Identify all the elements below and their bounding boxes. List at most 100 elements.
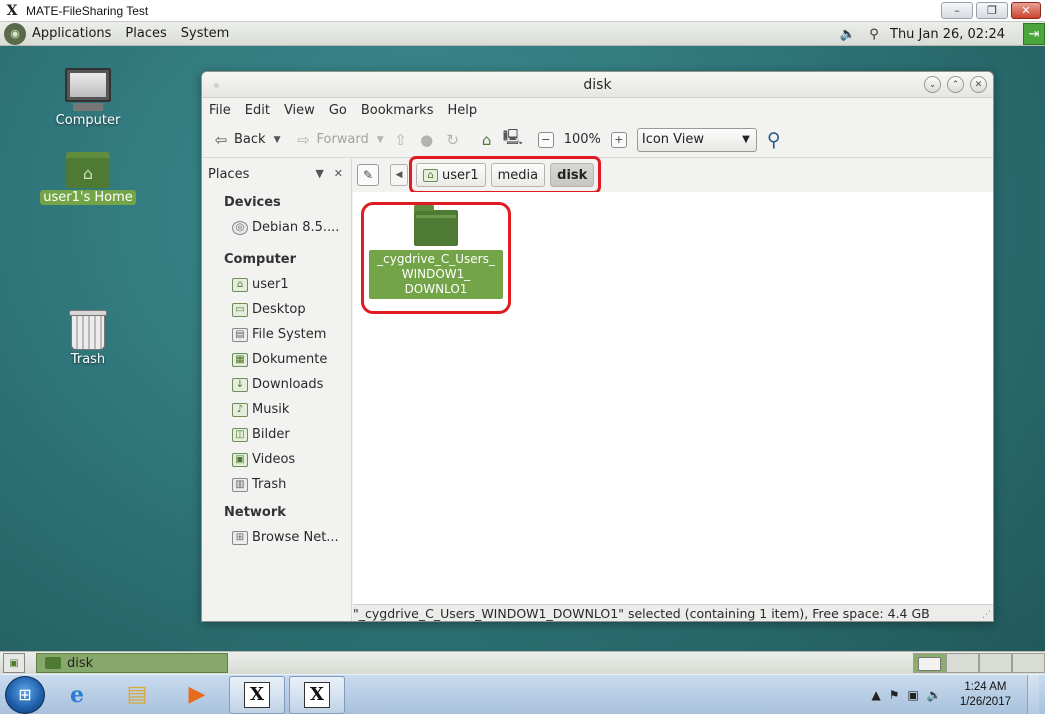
show-desktop-button[interactable] [1027,675,1039,714]
close-button[interactable]: ✕ [1011,2,1041,19]
zoom-level[interactable]: 100% [564,132,601,147]
x-app-icon: Ⅹ [244,681,270,708]
taskbar-window-disk[interactable]: disk [36,653,228,673]
back-history-caret-icon[interactable]: ▼ [274,135,281,145]
forward-history-caret-icon[interactable]: ▼ [377,135,384,145]
resize-grip-icon[interactable]: ⋰ [982,610,991,620]
breadcrumb-media[interactable]: media [490,163,546,187]
workspace-2[interactable] [946,653,979,673]
computer-icon: 🖳 [502,128,523,146]
workspace-3[interactable] [979,653,1012,673]
sidebar-item-bilder[interactable]: ◫ Bilder [202,422,351,447]
top-panel: ◉ Applications Places System 🔈 ⚲ Thu Jan… [0,22,1045,46]
desktop-icon-trash[interactable]: Trash [40,310,136,367]
breadcrumb-disk[interactable]: disk [550,163,595,187]
volume-icon[interactable]: 🔈 [927,688,942,702]
show-hidden-icons-icon[interactable]: ▲ [872,688,881,702]
volume-icon[interactable]: 🔈 [838,24,858,44]
logout-icon[interactable]: ⇥ [1023,23,1045,45]
menu-applications[interactable]: Applications [32,26,111,41]
forward-button[interactable]: ⇨ Forward ▼ [290,126,387,154]
sidebar-item-user1[interactable]: ⌂ user1 [202,272,351,297]
trash-icon [69,310,107,350]
file-view[interactable]: _cygdrive_C_Users_ WINDOW1_ DOWNLO1 [353,192,993,605]
xming-taskbar-button-2[interactable]: Ⅹ [289,675,345,714]
taskbar-clock[interactable]: 1:24 AM 1/26/2017 [960,680,1011,710]
sidebar-item-label: Dokumente [252,352,328,367]
trash-icon: ▥ [232,477,248,492]
computer-button[interactable]: 🖳 [500,126,526,154]
back-button[interactable]: ⇦ Back ▼ [208,126,284,154]
window-menu-dot[interactable] [214,83,219,88]
mate-logo-icon[interactable]: ◉ [4,22,26,45]
action-center-flag-icon[interactable]: ⚑ [889,688,900,702]
search-icon[interactable]: ⚲ [761,127,787,153]
zoom-in-button[interactable]: + [610,131,627,148]
media-player-icon[interactable]: ▶ [169,676,225,714]
computer-icon-base [73,103,103,111]
zoom-out-button[interactable]: − [537,131,554,148]
music-folder-icon: ♪ [232,402,248,417]
sidebar-item-dokumente[interactable]: ▦ Dokumente [202,347,351,372]
folder-item[interactable]: _cygdrive_C_Users_ WINDOW1_ DOWNLO1 [361,202,511,314]
window-close-button[interactable]: ✕ [970,76,987,93]
desktop-icon-computer[interactable]: Computer [40,68,136,128]
taskbar-time: 1:24 AM [964,681,1007,693]
sidebar-title[interactable]: Places [208,167,249,182]
menu-system[interactable]: System [181,26,229,41]
window-minimize-button[interactable]: ⌄ [924,76,941,93]
menu-file[interactable]: File [209,103,231,118]
sidebar-item-desktop[interactable]: ▭ Desktop [202,297,351,322]
sidebar-item-trash[interactable]: ▥ Trash [202,472,351,497]
status-text: "_cygdrive_C_Users_WINDOW1_DOWNLO1" sele… [353,605,930,621]
up-button[interactable]: ⇧ [388,126,414,154]
menu-help[interactable]: Help [447,103,477,118]
stop-button[interactable]: ● [414,126,440,154]
toggle-location-edit-button[interactable]: ✎ [357,164,379,186]
sidebar-item-videos[interactable]: ▣ Videos [202,447,351,472]
sidebar-item-filesystem[interactable]: ▤ File System [202,322,351,347]
pictures-folder-icon: ◫ [232,427,248,442]
taskbar-date: 1/26/2017 [959,696,1011,708]
internet-explorer-icon[interactable]: e [49,676,105,714]
desktop-icon-home[interactable]: ⌂ user1's Home [40,152,136,205]
home-folder-icon: ⌂ [66,152,110,188]
home-icon: ⌂ [481,130,492,149]
window-maximize-button[interactable]: ⌃ [947,76,964,93]
start-button[interactable]: ⊞ [5,675,45,714]
minimize-button[interactable]: – [941,2,973,19]
menu-view[interactable]: View [284,103,315,118]
file-explorer-icon[interactable]: ▤ [109,676,165,714]
panel-clock[interactable]: Thu Jan 26, 02:24 [890,27,1005,42]
sidebar-dropdown-icon[interactable]: ▼ [315,167,323,180]
breadcrumb-user1[interactable]: ⌂ user1 [416,163,486,187]
network-icon[interactable]: ▣ [908,688,919,702]
computer-icon [65,68,111,102]
sidebar-item-browse-network[interactable]: ⊞ Browse Net... [202,525,351,550]
restore-button[interactable]: ❐ [976,2,1008,19]
sidebar-item-downloads[interactable]: ↓ Downloads [202,372,351,397]
menu-edit[interactable]: Edit [245,103,270,118]
view-mode-select[interactable]: Icon View ▼ [636,127,757,152]
forward-label: Forward [316,132,369,147]
xming-taskbar-button-1[interactable]: Ⅹ [229,675,285,714]
home-button[interactable]: ⌂ [474,126,500,154]
sidebar-item-debian[interactable]: ◎ Debian 8.5.... [202,215,351,240]
menu-bookmarks[interactable]: Bookmarks [361,103,434,118]
sidebar-item-label: Bilder [252,427,290,442]
workspace-4[interactable] [1012,653,1045,673]
host-window-controls: – ❐ ✕ [941,2,1041,19]
workspace-1[interactable] [913,653,946,673]
menu-go[interactable]: Go [329,103,347,118]
network-icon[interactable]: ⚲ [864,24,884,44]
system-tray: ▲ ⚑ ▣ 🔈 1:24 AM 1/26/2017 [872,675,1045,714]
reload-button[interactable]: ↻ [440,126,466,154]
chevron-down-icon: ▼ [742,134,750,145]
sidebar-close-icon[interactable]: ✕ [334,167,343,180]
location-bar: ✎ ◀ ⌂ user1 media disk [353,156,993,194]
menu-places[interactable]: Places [125,26,166,41]
path-scroll-left-button[interactable]: ◀ [390,164,408,186]
window-titlebar[interactable]: disk ⌄ ⌃ ✕ [202,72,993,98]
show-desktop-icon[interactable]: ▣ [3,653,25,673]
sidebar-item-musik[interactable]: ♪ Musik [202,397,351,422]
